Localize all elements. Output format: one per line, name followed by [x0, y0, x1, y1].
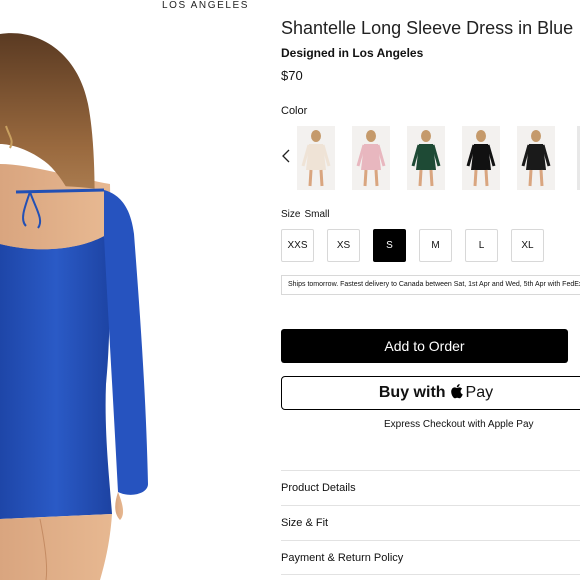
accordion-size-fit[interactable]: Size & Fit	[281, 505, 580, 540]
product-price: $70	[281, 68, 303, 83]
buy-with-label: Buy with	[378, 384, 446, 401]
color-swatch-1[interactable]	[297, 126, 335, 190]
apple-logo-icon	[450, 383, 465, 404]
product-title: Shantelle Long Sleeve Dress in Blue	[281, 18, 574, 38]
accordion-payment-returns[interactable]: Payment & Return Policy	[281, 540, 580, 575]
product-image	[0, 14, 268, 580]
express-checkout-text: Express Checkout with Apple Pay	[384, 419, 534, 430]
pay-label: Pay	[465, 384, 494, 401]
size-option-xl[interactable]: XL	[511, 229, 544, 262]
shipping-note: Ships tomorrow. Fastest delivery to Cana…	[281, 275, 580, 295]
size-option-xxs[interactable]: XXS	[281, 229, 314, 262]
color-swatch-4[interactable]	[462, 126, 500, 190]
size-option-s[interactable]: S	[373, 229, 406, 262]
color-swatch-list	[297, 126, 555, 190]
accordion-product-details[interactable]: Product Details	[281, 470, 580, 505]
brand-logo-text: LOS ANGELES	[162, 0, 250, 11]
designed-label: Designed in Los Angeles	[281, 46, 424, 60]
size-option-m[interactable]: M	[419, 229, 452, 262]
color-swatch-5[interactable]	[517, 126, 555, 190]
selected-size-text: Small	[304, 209, 330, 220]
size-label-text: Size	[281, 209, 301, 220]
apple-pay-button[interactable]: Buy with Pay	[281, 376, 580, 410]
color-swatch-2[interactable]	[352, 126, 390, 190]
color-label: Color	[281, 105, 308, 117]
size-option-xs[interactable]: XS	[327, 229, 360, 262]
size-label: Size Small	[281, 209, 329, 220]
size-options: XXS XS S M L XL	[281, 229, 544, 262]
color-swatch-3[interactable]	[407, 126, 445, 190]
add-to-order-button[interactable]: Add to Order	[281, 329, 568, 363]
chevron-left-icon[interactable]	[281, 148, 291, 164]
size-option-l[interactable]: L	[465, 229, 498, 262]
